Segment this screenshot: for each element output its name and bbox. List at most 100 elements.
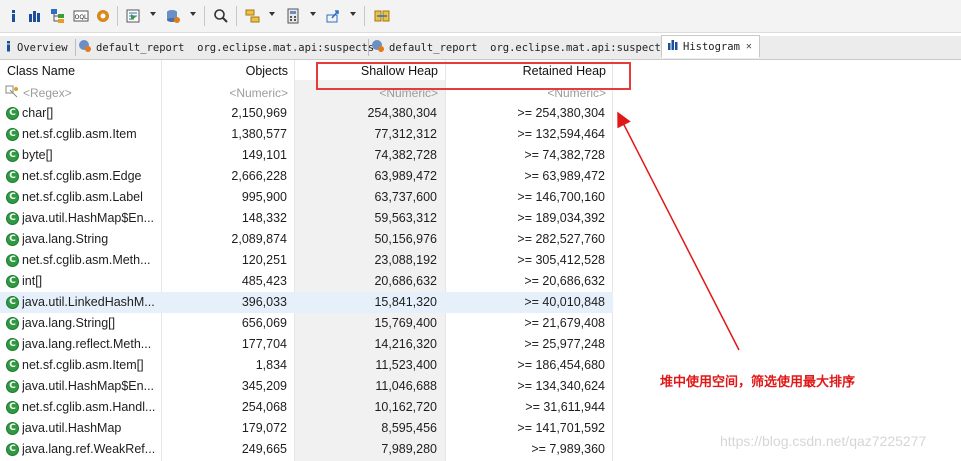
info-icon[interactable]: [5, 8, 21, 24]
retained-heap-cell: >= 63,989,472: [524, 169, 605, 183]
objects-cell: 179,072: [241, 421, 287, 435]
dominator-tree-icon[interactable]: [50, 8, 66, 24]
shallow-heap-cell: 14,216,320: [374, 337, 437, 351]
highlight-box: [316, 62, 631, 90]
class-icon: C: [6, 254, 19, 267]
table-row[interactable]: Cnet.sf.cglib.asm.Label 995,900 63,737,600…: [0, 187, 613, 208]
table-row[interactable]: Cjava.lang.String[] 656,069 15,769,400 >= 2…: [0, 313, 613, 334]
table-row[interactable]: Cint[] 485,423 20,686,632 >= 20,686,632: [0, 271, 613, 292]
class-name-cell: net.sf.cglib.asm.Label: [22, 190, 143, 204]
table-row[interactable]: Cnet.sf.cglib.asm.Item 1,380,577 77,312,31…: [0, 124, 613, 145]
objects-cell: 2,150,969: [231, 106, 287, 120]
column-header-class-name[interactable]: Class Name: [7, 60, 75, 80]
class-name-cell: net.sf.cglib.asm.Item[]: [22, 358, 144, 372]
class-name-cell: net.sf.cglib.asm.Item: [22, 127, 137, 141]
shallow-heap-cell: 15,841,320: [374, 295, 437, 309]
objects-cell: 148,332: [241, 211, 287, 225]
run-report-icon[interactable]: [125, 8, 141, 24]
class-icon: C: [6, 317, 19, 330]
shallow-heap-cell: 77,312,312: [374, 127, 437, 141]
group-by-icon[interactable]: [245, 8, 261, 24]
export-icon[interactable]: [325, 8, 341, 24]
shallow-heap-cell: 20,686,632: [374, 274, 437, 288]
tab-label: default_report org.eclipse.mat.api:suspe…: [96, 41, 375, 54]
table-row[interactable]: Cjava.util.LinkedHashM... 396,033 15,841,3…: [0, 292, 613, 313]
class-icon: C: [6, 191, 19, 204]
retained-heap-cell: >= 146,700,160: [517, 190, 605, 204]
heap-dump-overview-icon[interactable]: [95, 8, 111, 24]
table-row[interactable]: Cjava.util.HashMap$En... 148,332 59,563,31…: [0, 208, 613, 229]
objects-cell: 485,423: [241, 274, 287, 288]
tab-label: Histogram: [683, 40, 740, 53]
table-row[interactable]: Cjava.lang.reflect.Meth... 177,704 14,216,…: [0, 334, 613, 355]
editor-tab-bar: Overview default_report org.eclipse.mat.…: [0, 35, 961, 60]
class-icon: C: [6, 128, 19, 141]
tab-default-report-1[interactable]: default_report org.eclipse.mat.api:suspe…: [78, 36, 374, 59]
table-row[interactable]: Cjava.util.HashMap 179,072 8,595,456 >= 141…: [0, 418, 613, 439]
class-name-cell: java.lang.ref.WeakRef...: [22, 442, 156, 456]
class-name-cell: java.lang.String: [22, 232, 109, 246]
table-row[interactable]: Cnet.sf.cglib.asm.Item[] 1,834 11,523,400 >…: [0, 355, 613, 376]
svg-text:OQL: OQL: [75, 14, 88, 21]
shallow-heap-cell: 10,162,720: [374, 400, 437, 414]
class-name-cell: net.sf.cglib.asm.Handl...: [22, 400, 156, 414]
annotation-text: 堆中使用空间，筛选使用最大排序: [660, 375, 856, 390]
retained-heap-cell: >= 186,454,680: [517, 358, 605, 372]
table-row[interactable]: Cjava.util.HashMap$En... 345,209 11,046,68…: [0, 376, 613, 397]
objects-cell: 1,834: [255, 358, 287, 372]
class-name-cell: java.util.LinkedHashM...: [22, 295, 155, 309]
retained-heap-cell: >= 7,989,360: [531, 442, 605, 456]
shallow-heap-cell: 8,595,456: [381, 421, 437, 435]
objects-cell: 2,666,228: [231, 169, 287, 183]
histogram-icon[interactable]: [27, 8, 43, 24]
class-name-cell: int[]: [22, 274, 43, 288]
regex-filter-icon: [5, 85, 19, 102]
class-name-cell: byte[]: [22, 148, 53, 162]
calculator-icon[interactable]: [285, 8, 301, 24]
column-header-objects[interactable]: Objects: [160, 60, 288, 80]
close-icon[interactable]: ✕: [746, 41, 752, 52]
table-row[interactable]: Cnet.sf.cglib.asm.Meth... 120,251 23,088,1…: [0, 250, 613, 271]
class-icon: C: [6, 443, 19, 456]
report-icon: [371, 39, 385, 56]
retained-heap-cell: >= 20,686,632: [524, 274, 605, 288]
tab-label: Overview: [17, 41, 68, 54]
retained-heap-cell: >= 282,527,760: [517, 232, 605, 246]
class-name-cell: net.sf.cglib.asm.Edge: [22, 169, 142, 183]
search-icon[interactable]: [213, 8, 229, 24]
retained-heap-cell: >= 21,679,408: [524, 316, 605, 330]
class-icon: C: [6, 170, 19, 183]
table-row[interactable]: Cjava.lang.ref.WeakRef... 249,665 7,989,28…: [0, 439, 613, 460]
class-icon: C: [6, 422, 19, 435]
objects-cell: 177,704: [241, 337, 287, 351]
tab-label: default_report org.eclipse.mat.api:suspe…: [389, 41, 668, 54]
objects-cell: 656,069: [241, 316, 287, 330]
objects-cell: 396,033: [241, 295, 287, 309]
tab-default-report-2[interactable]: default_report org.eclipse.mat.api:suspe…: [371, 36, 667, 59]
shallow-heap-cell: 59,563,312: [374, 211, 437, 225]
class-icon: C: [6, 338, 19, 351]
oql-icon[interactable]: OQL: [73, 8, 89, 24]
class-icon: C: [6, 212, 19, 225]
shallow-heap-cell: 15,769,400: [374, 316, 437, 330]
retained-heap-cell: >= 132,594,464: [517, 127, 605, 141]
info-icon: [3, 40, 13, 55]
tab-histogram[interactable]: Histogram ✕: [661, 35, 760, 58]
table-row[interactable]: Cbyte[] 149,101 74,382,728 >= 74,382,728: [0, 145, 613, 166]
shallow-heap-cell: 50,156,976: [374, 232, 437, 246]
class-icon: C: [6, 296, 19, 309]
objects-cell: 249,665: [241, 442, 287, 456]
report-icon: [78, 39, 92, 56]
tab-overview[interactable]: Overview: [3, 36, 76, 59]
objects-filter-input[interactable]: <Numeric>: [160, 82, 288, 102]
objects-cell: 254,068: [241, 400, 287, 414]
compare-icon[interactable]: [374, 8, 390, 24]
table-row[interactable]: Cnet.sf.cglib.asm.Edge 2,666,228 63,989,47…: [0, 166, 613, 187]
table-row[interactable]: Cjava.lang.String 2,089,874 50,156,976 >= 2…: [0, 229, 613, 250]
table-row[interactable]: Cnet.sf.cglib.asm.Handl... 254,068 10,162,…: [0, 397, 613, 418]
histogram-icon: [667, 39, 679, 54]
class-name-filter-input[interactable]: <Regex>: [23, 82, 72, 102]
shallow-heap-cell: 74,382,728: [374, 148, 437, 162]
query-browser-icon[interactable]: [165, 8, 181, 24]
table-row[interactable]: Cchar[] 2,150,969 254,380,304 >= 254,380,30…: [0, 103, 613, 124]
